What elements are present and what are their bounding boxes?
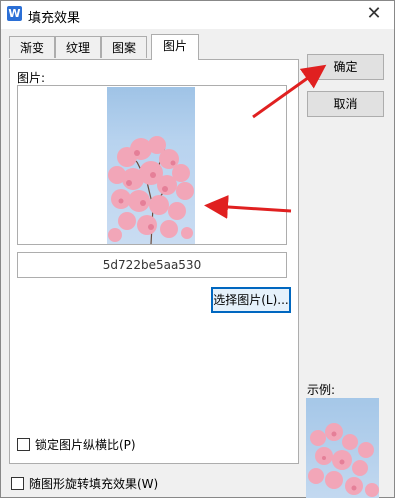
cherry-blossom-image bbox=[107, 87, 195, 244]
rotate-with-shape-label: 随图形旋转填充效果(W) bbox=[29, 477, 159, 491]
picture-label: 图片: bbox=[17, 71, 46, 85]
rotate-with-shape-checkbox[interactable] bbox=[11, 477, 24, 490]
ok-button[interactable]: 确定 bbox=[307, 54, 384, 80]
close-icon[interactable]: ✕ bbox=[364, 4, 384, 24]
example-preview bbox=[306, 398, 379, 498]
example-label: 示例: bbox=[307, 383, 336, 397]
cherry-blossom-drawing bbox=[108, 136, 194, 244]
tab-pattern[interactable]: 图案 bbox=[101, 36, 147, 58]
cancel-button[interactable]: 取消 bbox=[307, 91, 384, 117]
title-bar: W 填充效果 ✕ bbox=[1, 1, 394, 29]
picture-panel: 图片: 5d722be5aa530 选择图片(L)... 锁定图片纵横比(P) bbox=[9, 59, 299, 464]
lock-aspect-row[interactable]: 锁定图片纵横比(P) bbox=[17, 436, 136, 453]
tab-picture[interactable]: 图片 bbox=[151, 34, 199, 60]
rotate-with-shape-row[interactable]: 随图形旋转填充效果(W) bbox=[11, 475, 158, 492]
select-picture-button[interactable]: 选择图片(L)... bbox=[211, 287, 291, 313]
tab-texture[interactable]: 纹理 bbox=[55, 36, 101, 58]
wps-app-icon: W bbox=[7, 6, 22, 21]
dialog-title: 填充效果 bbox=[28, 11, 81, 26]
picture-preview bbox=[17, 85, 287, 245]
fill-effects-dialog: W 填充效果 ✕ 渐变 纹理 图案 图片 图片: 5d722be5aa530 选… bbox=[0, 0, 395, 498]
tab-gradient[interactable]: 渐变 bbox=[9, 36, 55, 58]
example-blossom-drawing bbox=[308, 423, 379, 497]
picture-name-field: 5d722be5aa530 bbox=[17, 252, 287, 278]
lock-aspect-checkbox[interactable] bbox=[17, 438, 30, 451]
lock-aspect-label: 锁定图片纵横比(P) bbox=[35, 438, 136, 452]
